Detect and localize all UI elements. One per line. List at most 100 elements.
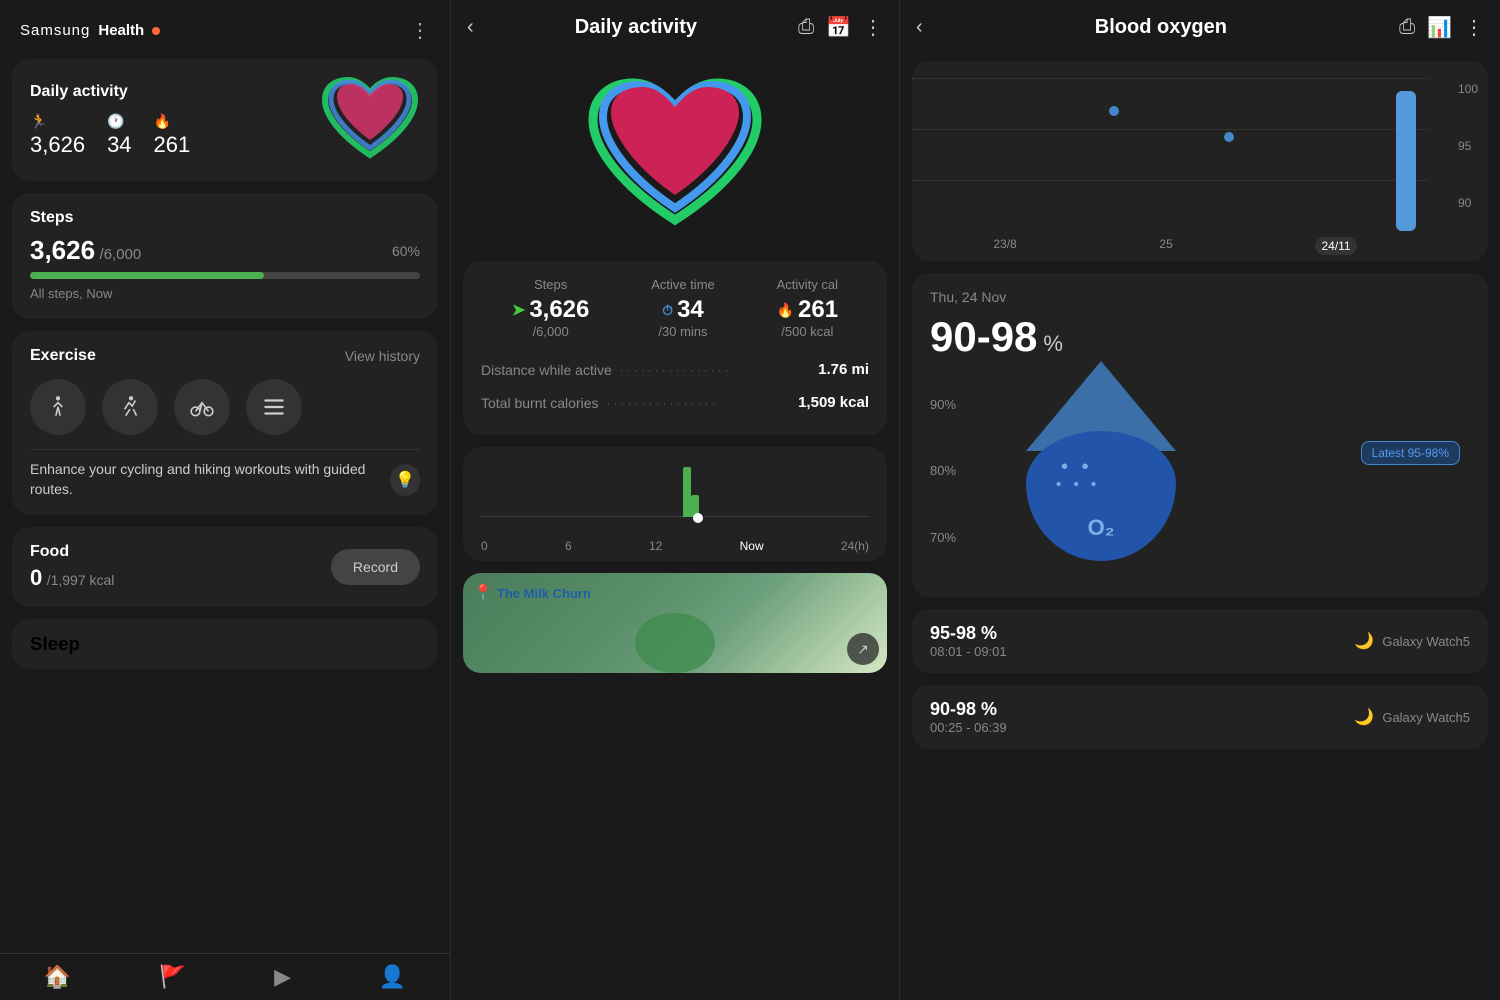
cal-value: 261 <box>154 132 191 158</box>
steps-big: 3,626 <box>529 296 589 324</box>
heart-rings-large <box>585 75 765 235</box>
share-button[interactable]: ⎙ <box>798 16 814 39</box>
sleep-title: Sleep <box>30 633 420 655</box>
daily-activity-card[interactable]: Daily activity 🏃 3,626 🕐 34 🔥 261 <box>12 59 438 181</box>
calendar-button[interactable]: 📅 <box>826 15 851 40</box>
distance-label: Distance while active <box>481 362 612 378</box>
more-button[interactable]: ⋮ <box>863 15 883 40</box>
steps-goal: /6,000 <box>100 246 142 263</box>
bo-visual-area: 90% 80% 70% • • • • • O₂ Latest 95-98% <box>930 361 1470 581</box>
steps-arrow-icon: ➤ <box>512 300 525 320</box>
daily-activity-title: Daily activity <box>30 83 190 101</box>
steps-title: Steps <box>30 209 420 227</box>
distance-value: 1.76 mi <box>818 361 869 378</box>
steps-stat-value: ➤ 3,626 <box>512 296 589 324</box>
steps-stat-sub: /6,000 <box>533 324 569 339</box>
chart-label-0: 0 <box>481 539 488 553</box>
nav-play-button[interactable]: ▶ <box>274 964 291 990</box>
heart-rings-large-container <box>451 55 899 255</box>
total-cal-label: Total burnt calories <box>481 395 599 411</box>
view-history-button[interactable]: View history <box>345 348 420 364</box>
walk-button[interactable] <box>30 379 86 435</box>
exercise-divider <box>30 449 420 450</box>
metrics-row: 🏃 3,626 🕐 34 🔥 261 <box>30 113 190 158</box>
cal-metric: 🔥 261 <box>154 113 191 158</box>
chart-baseline <box>481 516 869 517</box>
bulb-icon: 💡 <box>390 464 420 496</box>
food-card[interactable]: Food 0 /1,997 kcal Record <box>12 527 438 607</box>
exercise-tip: Enhance your cycling and hiking workouts… <box>30 460 420 499</box>
chart-now-dot <box>693 513 703 523</box>
stats-row: Steps ➤ 3,626 /6,000 Active time ⏱ 34 /3… <box>481 277 869 339</box>
record-button[interactable]: Record <box>331 549 420 585</box>
bo-droplet-container: • • • • • O₂ Latest 95-98% <box>966 361 1470 581</box>
chart-label-24: 24(h) <box>841 539 869 553</box>
chart-label-now: Now <box>740 539 764 553</box>
stats-card: Steps ➤ 3,626 /6,000 Active time ⏱ 34 /3… <box>463 261 887 435</box>
right-back-button[interactable]: ‹ <box>916 16 923 39</box>
right-header-icons: ⎙ 📊 ⋮ <box>1399 15 1484 40</box>
bo-chart-container: 100 95 90 23/8 25 24/11 <box>912 61 1488 261</box>
nav-profile-button[interactable]: 👤 <box>379 964 406 990</box>
bo-grid-95 <box>912 129 1428 130</box>
bo-record-2-time: 00:25 - 06:39 <box>930 720 1007 735</box>
cal-stat-label: Activity cal <box>777 277 838 292</box>
food-title: Food <box>30 543 114 561</box>
right-share-button[interactable]: ⎙ <box>1399 16 1415 39</box>
food-goal: /1,997 kcal <box>47 572 115 588</box>
steps-percent: 60% <box>392 243 420 259</box>
active-metric: 🕐 34 <box>107 113 131 158</box>
map-location-name: The Milk Churn <box>497 586 591 601</box>
steps-progress-bar <box>30 272 420 279</box>
chart-bar-1 <box>683 467 691 517</box>
heart-rings-small <box>320 75 420 165</box>
bo-record-2: 90-98 % 00:25 - 06:39 🌙 Galaxy Watch5 <box>912 685 1488 749</box>
map-card[interactable]: 📍 The Milk Churn ↗ <box>463 573 887 673</box>
exercise-card[interactable]: Exercise View history Enhance your cycli… <box>12 331 438 515</box>
bo-main-y-labels: 90% 80% 70% <box>930 361 956 581</box>
active-icon: 🕐 <box>107 113 124 130</box>
bo-y-labels: 100 95 90 <box>1458 61 1478 231</box>
steps-value: 3,626 <box>30 132 85 158</box>
map-blob <box>635 613 715 673</box>
food-value: 0 <box>30 565 42 590</box>
bo-record-1-device: Galaxy Watch5 <box>1382 634 1470 649</box>
bo-range-value: 90-98 <box>930 313 1037 361</box>
nav-home-button[interactable]: 🏠 <box>44 964 71 990</box>
bo-dot-1 <box>1109 106 1119 116</box>
bo-bar-active <box>1396 91 1416 231</box>
active-stat-value: ⏱ 34 <box>662 296 704 324</box>
back-button[interactable]: ‹ <box>467 16 474 39</box>
notification-dot <box>152 27 160 35</box>
right-header: ‹ Blood oxygen ⎙ 📊 ⋮ <box>900 0 1500 55</box>
list-button[interactable] <box>246 379 302 435</box>
map-expand-button[interactable]: ↗ <box>847 633 879 665</box>
nav-flag-button[interactable]: 🚩 <box>159 964 186 990</box>
cal-stat: Activity cal 🔥 261 /500 kcal <box>777 277 838 339</box>
more-menu-button[interactable]: ⋮ <box>410 18 430 43</box>
cycle-button[interactable] <box>174 379 230 435</box>
run-button[interactable] <box>102 379 158 435</box>
bo-o2-label: O₂ <box>1088 515 1115 541</box>
steps-card[interactable]: Steps 3,626 /6,000 60% All steps, Now <box>12 193 438 319</box>
chart-card: 0 6 12 Now 24(h) <box>463 447 887 561</box>
steps-progress-fill <box>30 272 264 279</box>
chart-area <box>481 463 869 533</box>
middle-header: ‹ Daily activity ⎙ 📅 ⋮ <box>451 0 899 55</box>
sleep-card[interactable]: Sleep <box>12 619 438 669</box>
middle-panel: ‹ Daily activity ⎙ 📅 ⋮ Steps ➤ 3,626 <box>450 0 900 1000</box>
cal-icon: 🔥 <box>154 113 171 130</box>
cal-big: 261 <box>798 296 838 324</box>
bottom-nav: 🏠 🚩 ▶ 👤 <box>0 953 450 1000</box>
distance-row: Distance while active ················ 1… <box>481 353 869 386</box>
right-bars-button[interactable]: 📊 <box>1427 15 1452 40</box>
bo-drop: • • • • • O₂ <box>1026 431 1176 561</box>
bo-dots-decoration-2: • • • <box>1056 476 1100 493</box>
bo-main-80: 80% <box>930 463 956 478</box>
cal-stat-value: 🔥 261 <box>777 296 838 324</box>
bo-record-2-device: Galaxy Watch5 <box>1382 710 1470 725</box>
bo-main-card: Thu, 24 Nov 90-98 % 90% 80% 70% • • • • <box>912 273 1488 597</box>
active-stat: Active time ⏱ 34 /30 mins <box>651 277 715 339</box>
bo-x-labels: 23/8 25 24/11 <box>922 237 1428 255</box>
right-more-button[interactable]: ⋮ <box>1464 15 1484 40</box>
